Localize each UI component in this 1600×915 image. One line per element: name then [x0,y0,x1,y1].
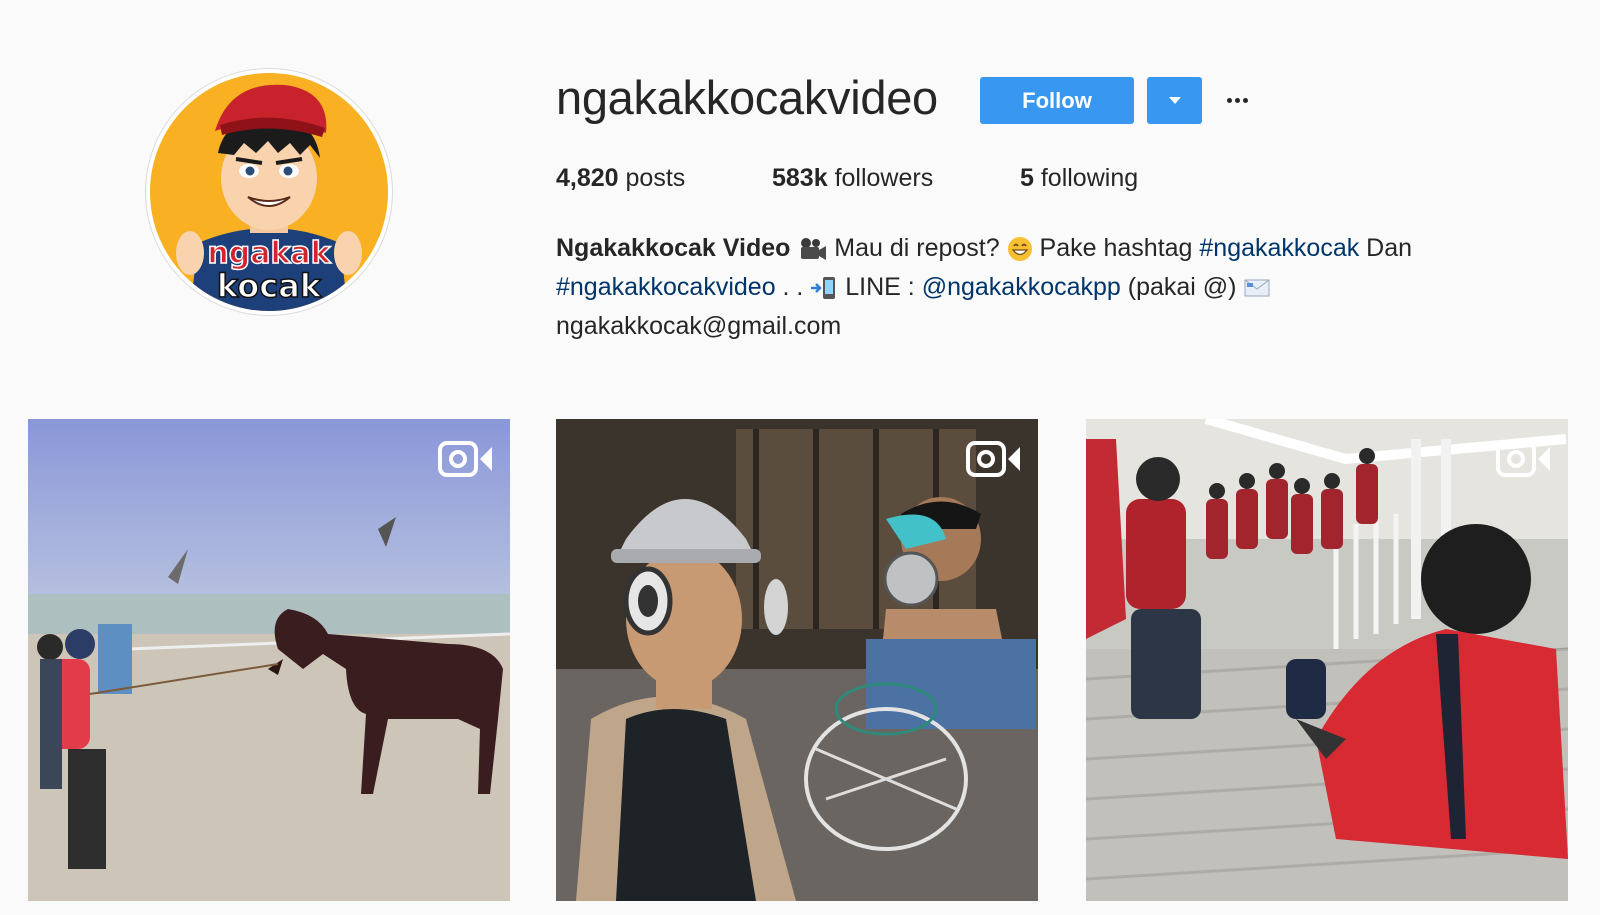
profile-stats: 4,820 posts 583k followers 5 following [556,164,1138,193]
follow-button[interactable]: Follow [980,77,1134,124]
bio-text-6: (pakai @) [1120,273,1244,301]
hashtag-link-ngakakkocak[interactable]: #ngakakkocak [1199,234,1359,262]
followers-number: 583k [772,164,828,192]
movie-camera-icon [801,238,827,261]
avatar-logo-top: ngakak [207,236,331,271]
suggested-dropdown-button[interactable] [1147,77,1202,124]
bio-text-3: Dan [1359,234,1413,262]
post-thumbnail[interactable] [1086,419,1568,901]
avatar-image: ngakak kocak [150,73,388,311]
followers-link[interactable]: 583k followers [772,164,1020,193]
following-label: following [1033,164,1139,192]
dot [1242,97,1248,103]
profile-username: ngakakkocakvideo [556,71,938,124]
more-options-icon[interactable] [1222,82,1252,118]
bio-text-2: Pake hashtag [1032,234,1200,262]
bio-text-5: LINE : [838,273,922,301]
bio-email: ngakakkocak@gmail.com [556,312,842,340]
followers-label: followers [827,164,934,192]
video-camera-icon [1496,441,1550,477]
smile-emoji-icon [1007,237,1032,262]
post-image-stairs [1086,419,1568,901]
profile-page: ngakak kocak ngakakkocakvideo Follow 4,8… [0,0,1600,915]
post-image-pot-headphones [556,419,1038,901]
dot [1226,97,1232,103]
following-link[interactable]: 5 following [1020,164,1138,193]
bio-text-1: Mau di repost? [827,234,1007,262]
bio-text-4: . . [775,273,811,301]
post-thumbnail[interactable] [556,419,1038,901]
mobile-phone-arrow-icon [811,277,836,300]
video-camera-icon [966,441,1020,477]
profile-avatar[interactable]: ngakak kocak [145,68,393,316]
posts-number: 4,820 [556,164,619,192]
post-thumbnail[interactable] [28,419,510,901]
bio-full-name: Ngakakkocak Video [556,234,791,262]
post-image-horse [28,419,510,901]
hashtag-link-ngakakkocakvideo[interactable]: #ngakakkocakvideo [556,273,776,301]
profile-bio: Ngakakkocak Video Mau di repost? Pake ha… [556,229,1536,346]
chevron-down-icon [1168,97,1181,104]
envelope-icon [1244,279,1270,297]
mention-link-ngakakkocakpp[interactable]: @ngakakkocakpp [922,273,1121,301]
dot [1234,97,1240,103]
posts-label: posts [618,164,686,192]
posts-count: 4,820 posts [556,164,772,193]
video-camera-icon [438,441,492,477]
avatar-logo-bottom: kocak [217,267,322,305]
following-number: 5 [1020,164,1034,192]
